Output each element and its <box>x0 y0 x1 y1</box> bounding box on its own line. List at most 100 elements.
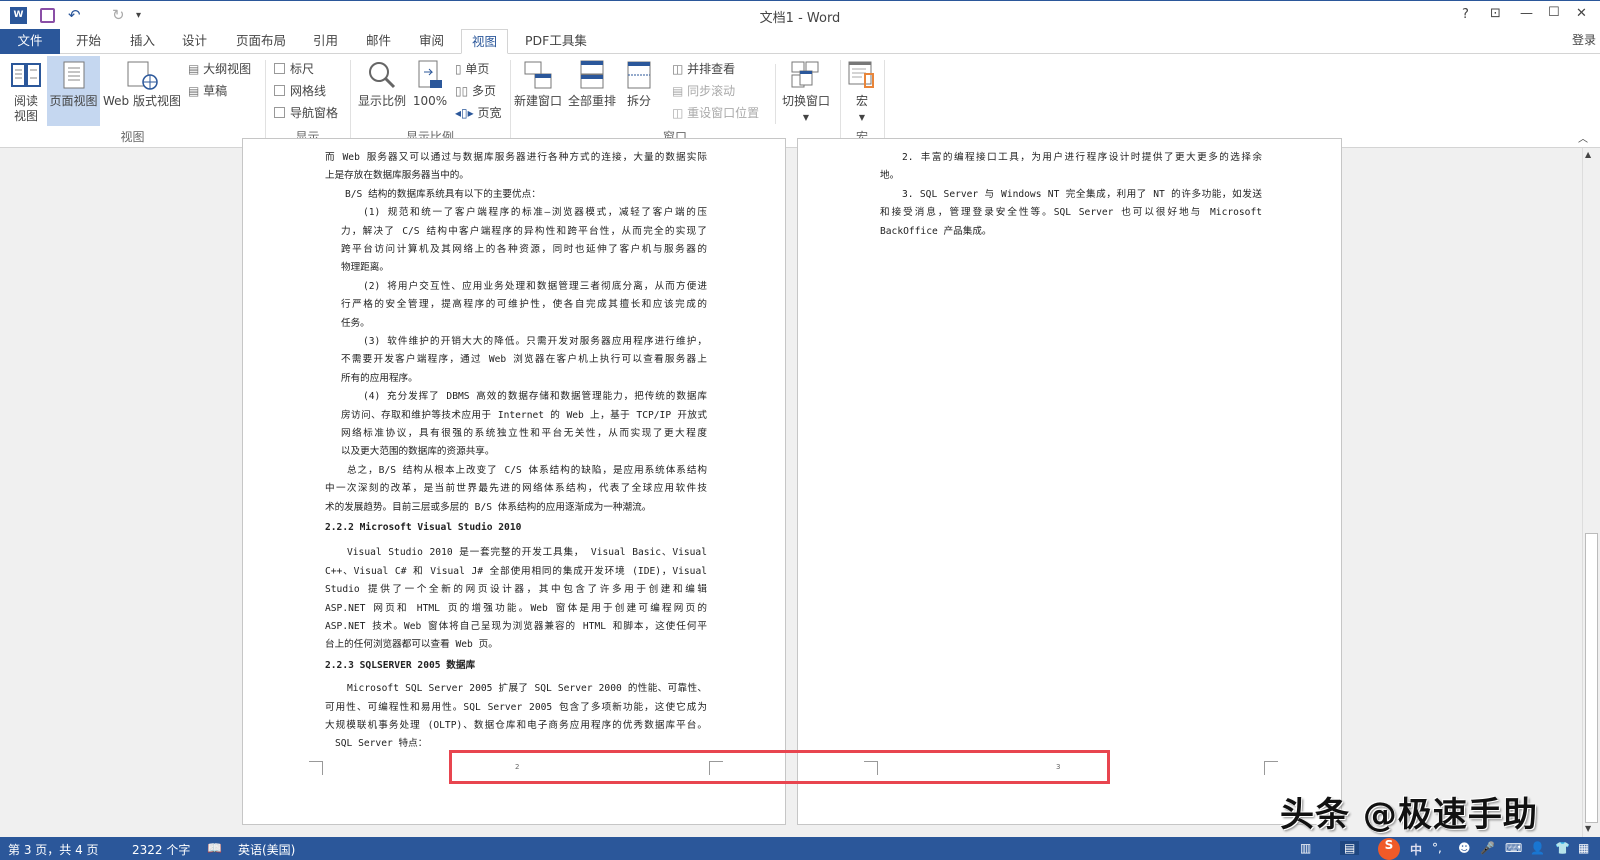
watermark: 头条 @极速手助 <box>1280 795 1538 835</box>
zoom-100-button[interactable]: 100% <box>412 60 448 109</box>
zoom-label: 显示比例 <box>357 94 406 108</box>
page-width-button[interactable]: ◂▯▸ 页宽 <box>455 104 501 121</box>
maximize-button[interactable]: ☐ <box>1548 5 1560 20</box>
text-line: 术的发展趋势。目前三层或多层的 B/S 体系结构的应用逐渐成为一种潮流。 <box>325 501 652 513</box>
page-3[interactable]: 2. 丰富的编程接口工具，为用户进行程序设计时提供了更大更多的选择余 地。 3. S… <box>797 138 1342 825</box>
help-button[interactable]: ? <box>1462 7 1469 22</box>
page-count[interactable]: 第 3 页，共 4 页 <box>8 841 99 858</box>
microphone-icon[interactable]: 🎤 <box>1480 841 1495 855</box>
one-page-icon: ▯ <box>455 62 466 76</box>
macros-button[interactable]: 宏 ▼ <box>844 60 880 125</box>
close-button[interactable]: ✕ <box>1576 6 1587 21</box>
text-line: Microsoft SQL Server 2005 扩展了 SQL Server… <box>347 683 707 695</box>
ime-logo-icon[interactable]: S <box>1378 838 1400 860</box>
page-width-label: 页宽 <box>477 106 502 120</box>
macros-label: 宏 <box>855 94 868 108</box>
text-line: C++、Visual C# 和 Visual J# 全部使用相同的集成开发环境 … <box>325 565 707 577</box>
ime-language[interactable]: 中 <box>1410 841 1422 858</box>
ribbon-display-options-button[interactable]: ⊡ <box>1490 6 1501 21</box>
one-page-button[interactable]: ▯ 单页 <box>455 60 489 77</box>
word-count[interactable]: 2322 个字 <box>132 841 190 858</box>
new-window-label: 新建窗口 <box>513 94 562 108</box>
print-layout-button[interactable]: 页面视图 <box>47 56 100 126</box>
skin-icon[interactable]: 👕 <box>1555 841 1570 855</box>
text-line: 可用性、可编程性和易用性。SQL Server 2005 包含了多项新功能，这使… <box>325 701 707 713</box>
sign-in-link[interactable]: 登录 <box>1572 31 1596 48</box>
text-line: (1) 规范和统一了客户端程序的标准—浏览器模式，减轻了客户端的压 <box>363 207 707 219</box>
tab-page-layout[interactable]: 页面布局 <box>226 29 296 54</box>
tab-file[interactable]: 文件 <box>0 29 60 54</box>
ime-punctuation[interactable]: °, <box>1432 841 1442 855</box>
tab-review[interactable]: 审阅 <box>409 29 454 54</box>
web-layout-icon <box>127 61 158 90</box>
text-line: 所有的应用程序。 <box>341 372 418 384</box>
user-icon[interactable]: 👤 <box>1530 841 1545 855</box>
toolbox-icon[interactable]: ▦ <box>1578 841 1589 855</box>
tab-mailings[interactable]: 邮件 <box>356 29 401 54</box>
vertical-scrollbar[interactable]: ▲ ▼ <box>1582 148 1600 837</box>
draft-icon: ▤ <box>188 84 204 98</box>
web-layout-label: Web 版式视图 <box>103 94 181 108</box>
minimize-button[interactable]: — <box>1520 6 1533 21</box>
text-line: 和接受消息，管理登录安全性等。SQL Server 也可以很好地与 Micros… <box>880 207 1262 219</box>
draft-view-button[interactable]: ▤ 草稿 <box>188 82 227 99</box>
scroll-down-icon[interactable]: ▼ <box>1585 824 1591 833</box>
read-mode-button[interactable]: 阅读 视图 <box>8 60 44 124</box>
collapse-ribbon-icon[interactable]: ︿ <box>1578 130 1588 145</box>
tab-view[interactable]: 视图 <box>461 29 509 54</box>
synchronous-scrolling-button[interactable]: ▤ 同步滚动 <box>672 82 735 99</box>
margin-corner-mark <box>309 761 323 775</box>
tab-insert[interactable]: 插入 <box>120 29 165 54</box>
scrollbar-thumb[interactable] <box>1585 533 1598 823</box>
reset-position-label: 重设窗口位置 <box>687 106 760 120</box>
arrange-all-icon <box>580 60 604 89</box>
multiple-pages-button[interactable]: ▯▯ 多页 <box>455 82 496 99</box>
page-width-icon: ◂▯▸ <box>455 106 478 120</box>
read-mode-view-icon[interactable]: ▥ <box>1300 841 1311 855</box>
language[interactable]: 英语(美国) <box>238 841 295 858</box>
keyboard-icon[interactable]: ⌨ <box>1505 841 1522 855</box>
page-2[interactable]: 而 Web 服务器又可以通过与数据库服务器进行各种方式的连接，大量的数据实际 上是… <box>242 138 786 825</box>
view-side-by-side-button[interactable]: ◫ 并排查看 <box>672 60 735 77</box>
nav-pane-checkbox[interactable]: 导航窗格 <box>274 104 338 121</box>
magnifier-icon <box>369 62 396 89</box>
tab-pdf-tools[interactable]: PDF工具集 <box>515 29 597 54</box>
gridlines-checkbox[interactable]: 网格线 <box>274 82 326 99</box>
zoom-button[interactable]: 显示比例 <box>354 60 410 109</box>
scroll-up-icon[interactable]: ▲ <box>1585 150 1591 159</box>
text-line: 上是存放在数据库服务器当中的。 <box>325 170 469 182</box>
text-line: 房访问、存取和维护等技术应用于 Internet 的 Web 上，基于 TCP/… <box>341 409 707 421</box>
tab-home[interactable]: 开始 <box>66 29 111 54</box>
split-label: 拆分 <box>626 94 651 108</box>
outline-view-button[interactable]: ▤ 大纲视图 <box>188 60 251 77</box>
text-line: (3) 软件维护的开销大大的降低。只需开发对服务器应用程序进行维护， <box>363 336 707 347</box>
gridlines-label: 网格线 <box>290 84 327 98</box>
read-mode-label: 阅读 <box>13 94 38 108</box>
text-line: 不需要开发客户端程序，通过 Web 浏览器在客户机上执行可以查看服务器上 <box>341 354 707 366</box>
split-button[interactable]: 拆分 <box>620 60 658 109</box>
checkbox-icon <box>274 63 285 74</box>
switch-windows-label: 切换窗口 <box>781 94 830 108</box>
new-window-button[interactable]: 新建窗口 <box>512 60 564 109</box>
web-layout-button[interactable]: Web 版式视图 <box>101 60 183 109</box>
proofing-icon[interactable]: 📖 <box>207 841 222 855</box>
switch-windows-button[interactable]: 切换窗口 ▼ <box>778 60 834 125</box>
checkbox-icon <box>274 85 285 96</box>
text-line: 台上的任何浏览器都可以查看 Web 页。 <box>325 639 498 651</box>
text-line: 力，解决了 C/S 结构中客户端程序的异构性和跨平台性，从而完全的实现了 <box>341 225 707 237</box>
tab-references[interactable]: 引用 <box>303 29 348 54</box>
ribbon: 阅读 视图 页面视图 Web 版式视图 ▤ 大纲视图 ▤ 草稿 视图 标尺 网格线… <box>0 54 1600 148</box>
document-area: 而 Web 服务器又可以通过与数据库服务器进行各种方式的连接，大量的数据实际 上是… <box>0 138 1582 837</box>
ruler-label: 标尺 <box>290 62 315 76</box>
arrange-all-button[interactable]: 全部重排 <box>566 60 618 109</box>
draft-label: 草稿 <box>203 84 228 98</box>
text-line: B/S 结构的数据库系统具有以下的主要优点： <box>345 188 541 200</box>
reset-position-icon: ◫ <box>672 106 688 120</box>
print-layout-view-icon[interactable]: ▤ <box>1340 841 1360 855</box>
tab-design[interactable]: 设计 <box>172 29 217 54</box>
ruler-checkbox[interactable]: 标尺 <box>274 60 314 77</box>
emoji-icon[interactable]: ☻ <box>1458 841 1471 855</box>
reset-window-position-button[interactable]: ◫ 重设窗口位置 <box>672 104 759 121</box>
zoom-100-icon <box>418 60 442 88</box>
status-bar: 第 3 页，共 4 页 2322 个字 📖 英语(美国) ▥ ▤ S 中 °, … <box>0 837 1600 860</box>
